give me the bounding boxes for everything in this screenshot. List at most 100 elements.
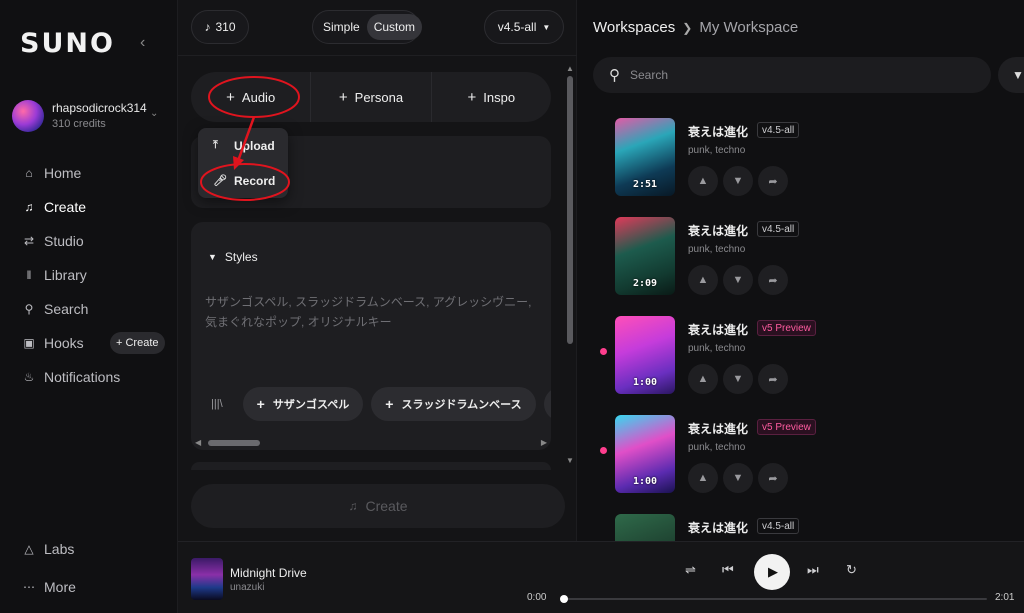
plus-icon: + <box>385 396 394 412</box>
styles-heading: Styles <box>224 250 258 264</box>
progress-track[interactable] <box>562 598 987 600</box>
song-title[interactable]: 衰えは進化 <box>688 123 748 140</box>
record-menu-item[interactable]: 🎤︎ Record <box>198 163 288 198</box>
user-menu[interactable]: rhapsodicrock314 310 credits ⌄ <box>12 98 172 134</box>
song-cover[interactable]: 2:51 <box>615 118 675 196</box>
sidebar-item-studio[interactable]: ⇄ Studio <box>0 224 178 258</box>
create-button[interactable]: ♫ Create <box>191 484 565 528</box>
styles-input[interactable]: サザンゴスペル, スラッジドラムンベース, アグレッシヴニー, 気まぐれなポップ… <box>205 292 540 332</box>
song-title[interactable]: 衰えは進化 <box>688 519 748 536</box>
sidebar-item-labs[interactable]: △ Labs <box>0 532 178 566</box>
style-tag[interactable]: + フ <box>543 387 551 421</box>
now-playing-cover[interactable] <box>191 558 223 600</box>
scroll-right-icon[interactable]: ▶ <box>541 438 547 447</box>
scroll-left-icon[interactable]: ◀ <box>195 438 201 447</box>
sidebar-item-library[interactable]: ‖ Library <box>0 258 178 292</box>
sidebar-item-label: Studio <box>44 233 84 249</box>
search-icon: ⚲ <box>24 302 34 316</box>
plus-icon: + <box>467 88 477 106</box>
scroll-up-icon[interactable]: ▲ <box>566 64 574 73</box>
credits-button[interactable]: ♪ 310 <box>191 10 249 44</box>
now-playing-artist[interactable]: unazuki <box>230 582 264 593</box>
song-title[interactable]: 衰えは進化 <box>688 321 748 338</box>
version-badge: v5 Preview <box>757 320 816 336</box>
share-icon[interactable]: ➦ <box>758 265 788 295</box>
mode-simple[interactable]: Simple <box>316 14 367 40</box>
song-title[interactable]: 衰えは進化 <box>688 420 748 437</box>
like-icon[interactable]: ▲ <box>688 364 718 394</box>
dislike-icon[interactable]: ▼ <box>723 364 753 394</box>
repeat-icon[interactable]: ↻ <box>846 562 857 578</box>
song-cover[interactable]: 2:09 <box>615 217 675 295</box>
add-persona-button[interactable]: + Persona <box>311 72 432 122</box>
sidebar-item-more[interactable]: ⋯ More <box>0 570 178 604</box>
styles-toggle[interactable]: ▼ Styles <box>208 250 258 264</box>
create-scrollbar[interactable]: ▲ ▼ <box>566 64 574 465</box>
like-icon[interactable]: ▲ <box>688 265 718 295</box>
styles-section: ▼ Styles サザンゴスペル, スラッジドラムンベース, アグレッシヴニー,… <box>191 222 551 450</box>
list-item[interactable]: 衰えは進化 v4.5-all <box>578 506 1024 541</box>
mode-custom[interactable]: Custom <box>366 14 423 40</box>
version-badge: v4.5-all <box>757 518 800 534</box>
like-icon[interactable]: ▲ <box>688 166 718 196</box>
song-cover[interactable]: 1:00 <box>615 415 675 493</box>
dislike-icon[interactable]: ▼ <box>723 463 753 493</box>
shuffle-icon[interactable]: ⇌ <box>685 562 696 578</box>
share-icon[interactable]: ➦ <box>758 364 788 394</box>
user-name: rhapsodicrock314 <box>52 101 147 115</box>
like-icon[interactable]: ▲ <box>688 463 718 493</box>
version-label: v4.5-all <box>497 20 537 34</box>
add-audio-button[interactable]: + Audio <box>191 72 312 122</box>
breadcrumb-workspaces[interactable]: Workspaces <box>593 19 675 36</box>
sidebar-item-create[interactable]: ♫ Create <box>0 190 178 224</box>
share-icon[interactable]: ➦ <box>758 166 788 196</box>
suno-logo[interactable]: SUNO <box>20 28 115 59</box>
chevron-down-icon: ▼ <box>208 252 217 262</box>
sidebar-nav: ⌂ Home ♫ Create ⇄ Studio ‖ Library ⚲ Sea… <box>0 156 178 394</box>
style-tags-row: |||\ + サザンゴスペル + スラッジドラムンベース + フ <box>211 386 551 422</box>
sidebar-item-notifications[interactable]: ♨ Notifications <box>0 360 178 394</box>
tags-horizontal-scrollbar[interactable]: ◀ ▶ <box>195 438 547 448</box>
microphone-icon: 🎤︎ <box>213 175 227 187</box>
player-bar: Midnight Drive unazuki ⇌ ⏮︎ ▶ ⏭︎ ↻ 0:00 … <box>178 541 1024 613</box>
style-tag[interactable]: + スラッジドラムンベース <box>371 387 536 421</box>
studio-icon: ⇄ <box>23 234 35 248</box>
upload-icon: ⤒ <box>213 139 218 151</box>
add-inspo-button[interactable]: + Inspo <box>432 72 551 122</box>
record-label: Record <box>234 173 276 188</box>
sidebar-item-search[interactable]: ⚲ Search <box>0 292 178 326</box>
play-button[interactable]: ▶ <box>754 554 790 590</box>
chevron-left-icon[interactable]: ‹ <box>140 34 145 52</box>
search-input[interactable] <box>630 68 930 82</box>
version-select[interactable]: v4.5-all ▼ <box>484 10 564 44</box>
hooks-create-button[interactable]: + Create <box>110 332 165 354</box>
upload-menu-item[interactable]: ⤒ Upload <box>198 128 288 163</box>
song-duration: 1:00 <box>632 377 658 388</box>
scroll-thumb[interactable] <box>208 440 260 446</box>
list-item[interactable]: 1:00 衰えは進化 v5 Preview punk, techno ▲ ▼ ➦ <box>578 308 1024 398</box>
create-icon: ♫ <box>348 499 358 513</box>
style-tag[interactable]: + サザンゴスペル <box>242 387 364 421</box>
now-playing-title[interactable]: Midnight Drive <box>230 566 307 580</box>
song-cover[interactable] <box>615 514 675 541</box>
scroll-down-icon[interactable]: ▼ <box>566 456 574 465</box>
list-item[interactable]: 1:00 衰えは進化 v5 Preview punk, techno ▲ ▼ ➦ <box>578 407 1024 497</box>
library-icon[interactable]: |||\ <box>211 398 223 410</box>
progress-knob[interactable] <box>560 595 568 603</box>
filter-button[interactable]: ▼ <box>998 57 1024 93</box>
dislike-icon[interactable]: ▼ <box>723 265 753 295</box>
scroll-thumb[interactable] <box>567 76 573 344</box>
song-actions: ▲ ▼ ➦ <box>688 166 793 196</box>
dislike-icon[interactable]: ▼ <box>723 166 753 196</box>
previous-icon[interactable]: ⏮︎ <box>722 562 734 578</box>
sidebar-item-home[interactable]: ⌂ Home <box>0 156 178 190</box>
song-cover[interactable]: 1:00 <box>615 316 675 394</box>
breadcrumb: Workspaces ❯ My Workspace <box>593 19 798 36</box>
song-title[interactable]: 衰えは進化 <box>688 222 748 239</box>
share-icon[interactable]: ➦ <box>758 463 788 493</box>
list-item[interactable]: 2:09 衰えは進化 v4.5-all punk, techno ▲ ▼ ➦ <box>578 209 1024 299</box>
list-item[interactable]: 2:51 衰えは進化 v4.5-all punk, techno ▲ ▼ ➦ <box>578 110 1024 200</box>
next-icon[interactable]: ⏭︎ <box>807 562 819 578</box>
sidebar-item-hooks[interactable]: ▣ Hooks + Create <box>0 326 178 360</box>
sidebar-item-label: More <box>44 579 76 595</box>
